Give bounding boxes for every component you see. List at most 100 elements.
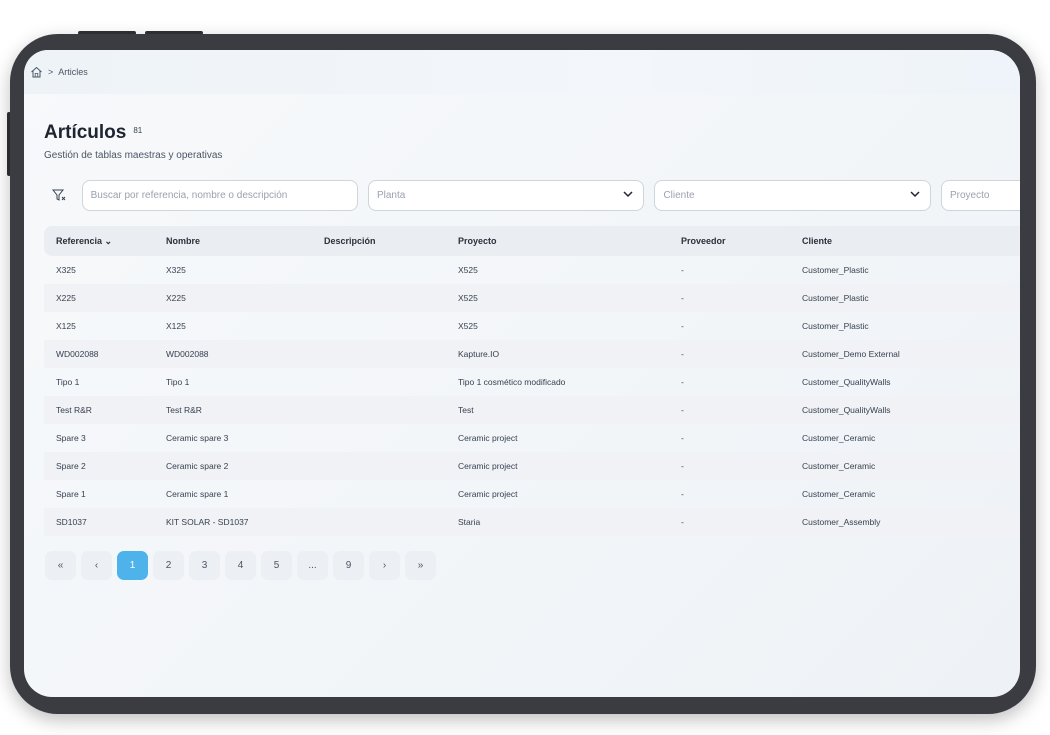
page-header: Artículos 81 Gestión de tablas maestras … xyxy=(24,94,1020,161)
cell-proveedor: - xyxy=(681,321,684,331)
table-row[interactable]: Spare 2 Ceramic spare 2 Ceramic project … xyxy=(44,452,1020,480)
cell-proyecto: Ceramic project xyxy=(458,433,518,443)
table-row[interactable]: X225 X225 X525 - Customer_Plastic xyxy=(44,284,1020,312)
cell-nombre: X225 xyxy=(166,293,186,303)
cell-proveedor: - xyxy=(681,405,684,415)
first-page-button[interactable]: « xyxy=(45,551,76,580)
column-header-proyecto[interactable]: Proyecto xyxy=(458,236,681,246)
chevron-down-icon xyxy=(623,190,633,201)
chevron-down-icon xyxy=(910,190,920,201)
cell-proveedor: - xyxy=(681,489,684,499)
column-header-descripcion[interactable]: Descripción xyxy=(324,236,458,246)
pagination: « ‹ 1 2 3 4 5 ... 9 › » xyxy=(45,551,436,580)
table-row[interactable]: SD1037 KIT SOLAR - SD1037 Staria - Custo… xyxy=(44,508,1020,536)
table-row[interactable]: Test R&R Test R&R Test - Customer_Qualit… xyxy=(44,396,1020,424)
cell-proveedor: - xyxy=(681,517,684,527)
page-button-9[interactable]: 9 xyxy=(333,551,364,580)
search-input[interactable]: Buscar por referencia, nombre o descripc… xyxy=(81,179,358,211)
home-icon[interactable] xyxy=(30,66,43,78)
prev-page-button[interactable]: ‹ xyxy=(81,551,112,580)
table-row[interactable]: Spare 1 Ceramic spare 1 Ceramic project … xyxy=(44,480,1020,508)
planta-select-label: Planta xyxy=(376,189,406,201)
cell-proyecto: Ceramic project xyxy=(458,489,518,499)
page-subtitle: Gestión de tablas maestras y operativas xyxy=(44,150,223,161)
proyecto-select-label: Proyecto xyxy=(949,189,990,201)
cell-referencia: Spare 3 xyxy=(56,433,86,443)
cell-referencia: X225 xyxy=(56,293,76,303)
cell-nombre: Ceramic spare 1 xyxy=(166,489,229,499)
page-ellipsis: ... xyxy=(297,551,328,580)
breadcrumb-separator: > xyxy=(48,67,54,77)
cell-nombre: Tipo 1 xyxy=(166,377,190,387)
cell-cliente: Customer_Assembly xyxy=(802,517,881,527)
cell-referencia: Spare 2 xyxy=(56,461,86,471)
cell-cliente: Customer_Plastic xyxy=(802,265,869,275)
cell-proveedor: - xyxy=(681,461,684,471)
breadcrumb: > Articles xyxy=(24,50,1020,94)
stage: > Articles Artículos 81 Gestión de tabla… xyxy=(0,0,1050,735)
next-page-button[interactable]: › xyxy=(369,551,400,580)
cliente-select[interactable]: Cliente xyxy=(654,179,931,211)
cell-referencia: WD002088 xyxy=(56,349,99,359)
cell-nombre: KIT SOLAR - SD1037 xyxy=(166,517,249,527)
cell-referencia: Tipo 1 xyxy=(56,377,80,387)
cell-cliente: Customer_Ceramic xyxy=(802,433,876,443)
cell-cliente: Customer_QualityWalls xyxy=(802,377,891,387)
last-page-button[interactable]: » xyxy=(405,551,436,580)
cell-nombre: X125 xyxy=(166,321,186,331)
cell-referencia: X125 xyxy=(56,321,76,331)
breadcrumb-current[interactable]: Articles xyxy=(58,67,88,77)
filter-bar: Buscar por referencia, nombre o descripc… xyxy=(44,179,1020,211)
cell-nombre: WD002088 xyxy=(166,349,209,359)
cell-proveedor: - xyxy=(681,377,684,387)
app-screen: > Articles Artículos 81 Gestión de tabla… xyxy=(24,50,1020,697)
table-row[interactable]: Spare 3 Ceramic spare 3 Ceramic project … xyxy=(44,424,1020,452)
cell-proyecto: Staria xyxy=(458,517,481,527)
cell-proveedor: - xyxy=(681,349,684,359)
cell-cliente: Customer_Ceramic xyxy=(802,461,876,471)
cell-referencia: SD1037 xyxy=(56,517,87,527)
cell-cliente: Customer_Demo External xyxy=(802,349,900,359)
cell-proyecto: X525 xyxy=(458,321,478,331)
table-row[interactable]: X325 X325 X525 - Customer_Plastic xyxy=(44,256,1020,284)
cell-referencia: X325 xyxy=(56,265,76,275)
proyecto-select[interactable]: Proyecto xyxy=(940,179,1020,211)
cell-cliente: Customer_Plastic xyxy=(802,321,869,331)
cell-cliente: Customer_Ceramic xyxy=(802,489,876,499)
page-button-4[interactable]: 4 xyxy=(225,551,256,580)
cell-proveedor: - xyxy=(681,433,684,443)
cell-cliente: Customer_Plastic xyxy=(802,293,869,303)
cell-proveedor: - xyxy=(681,293,684,303)
cell-proveedor: - xyxy=(681,265,684,275)
page-button-1[interactable]: 1 xyxy=(117,551,148,580)
cell-nombre: Ceramic spare 2 xyxy=(166,461,229,471)
page-button-5[interactable]: 5 xyxy=(261,551,292,580)
clear-filter-icon[interactable] xyxy=(44,180,74,210)
page-button-3[interactable]: 3 xyxy=(189,551,220,580)
item-count-badge: 81 xyxy=(133,126,143,135)
cell-proyecto: X525 xyxy=(458,265,478,275)
articles-table: Referencia ⌄ Nombre Descripción Proyecto… xyxy=(44,226,1020,536)
column-header-cliente[interactable]: Cliente xyxy=(802,236,982,246)
column-header-referencia[interactable]: Referencia ⌄ xyxy=(44,236,166,247)
cell-nombre: Test R&R xyxy=(166,405,202,415)
page-title: Artículos xyxy=(44,122,127,143)
table-header: Referencia ⌄ Nombre Descripción Proyecto… xyxy=(44,226,1020,256)
cell-proyecto: Ceramic project xyxy=(458,461,518,471)
cliente-select-label: Cliente xyxy=(663,189,695,201)
cell-proyecto: X525 xyxy=(458,293,478,303)
cell-proyecto: Kapture.IO xyxy=(458,349,500,359)
cell-referencia: Spare 1 xyxy=(56,489,86,499)
cell-referencia: Test R&R xyxy=(56,405,92,415)
table-row[interactable]: X125 X125 X525 - Customer_Plastic xyxy=(44,312,1020,340)
planta-select[interactable]: Planta xyxy=(367,179,645,211)
column-header-nombre[interactable]: Nombre xyxy=(166,236,324,246)
table-row[interactable]: WD002088 WD002088 Kapture.IO - Customer_… xyxy=(44,340,1020,368)
cell-nombre: X325 xyxy=(166,265,186,275)
page-button-2[interactable]: 2 xyxy=(153,551,184,580)
cell-proyecto: Tipo 1 cosmético modificado xyxy=(458,377,566,387)
cell-nombre: Ceramic spare 3 xyxy=(166,433,229,443)
table-row[interactable]: Tipo 1 Tipo 1 Tipo 1 cosmético modificad… xyxy=(44,368,1020,396)
column-header-proveedor[interactable]: Proveedor xyxy=(681,236,802,246)
cell-proyecto: Test xyxy=(458,405,474,415)
